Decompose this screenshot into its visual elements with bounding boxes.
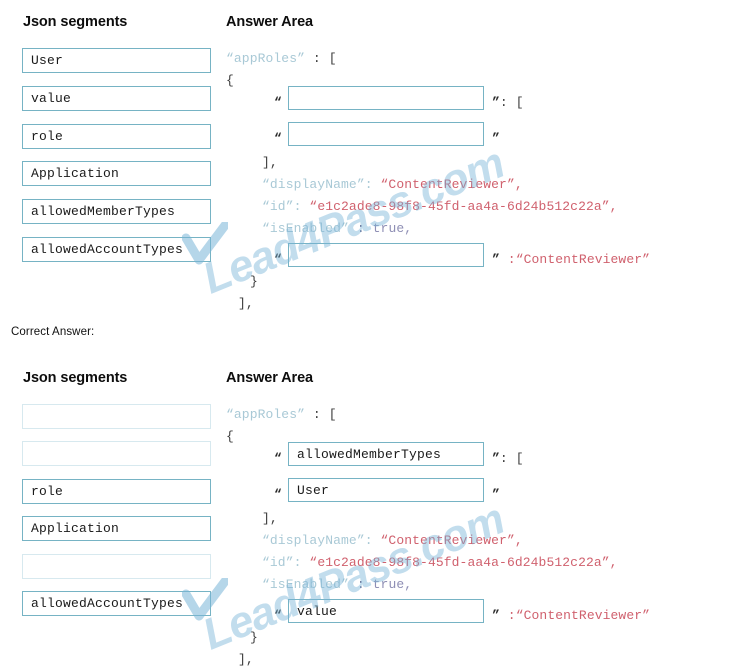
id-value: “e1c2ade8-98f8-45fd-aa4a-6d24b512c22a”, <box>309 555 618 570</box>
code-line-isenabled: “isEnabled” : true, <box>262 577 412 592</box>
drop-target-1[interactable] <box>288 86 484 110</box>
id-key: “id”: <box>262 199 302 214</box>
code-line-approles: “appRoles” : [ <box>226 51 337 66</box>
segment-label: User <box>31 53 64 68</box>
quote-open-1: “ <box>274 95 282 110</box>
code-line-close-outer: ], <box>238 652 254 667</box>
quote-close-3-group: ” :“ContentReviewer” <box>492 608 650 623</box>
code-line-id: “id”: “e1c2ade8-98f8-45fd-aa4a-6d24b512c… <box>262 555 618 570</box>
correct-answer-label: Correct Answer: <box>11 326 95 338</box>
quote-close-1-group: ”: [ <box>492 95 524 110</box>
code-line-isenabled: “isEnabled” : true, <box>262 221 412 236</box>
drop-target-1-label: allowedMemberTypes <box>297 446 442 462</box>
id-value: “e1c2ade8-98f8-45fd-aa4a-6d24b512c22a”, <box>309 199 618 214</box>
segment-item[interactable]: role <box>22 124 211 149</box>
segment-label: Application <box>31 166 120 181</box>
code-line-close-outer: ], <box>238 296 254 311</box>
json-segments-heading: Json segments <box>23 370 128 386</box>
quote-close-3-group: ” :“ContentReviewer” <box>492 252 650 267</box>
quote-close-3: ” <box>492 608 500 623</box>
segment-item[interactable]: role <box>22 479 211 504</box>
id-key: “id”: <box>262 555 302 570</box>
displayname-key: “displayName”: <box>262 177 373 192</box>
drop-target-3[interactable]: value <box>288 599 484 623</box>
code-line-id: “id”: “e1c2ade8-98f8-45fd-aa4a-6d24b512c… <box>262 199 618 214</box>
segment-label: role <box>31 484 64 499</box>
segment-label: role <box>31 129 64 144</box>
segment-item[interactable] <box>22 554 211 579</box>
segment-item[interactable]: User <box>22 48 211 73</box>
quote-close-3: ” <box>492 252 500 267</box>
segment-label: allowedMemberTypes <box>31 204 176 219</box>
code-line-close-array: ], <box>262 511 278 526</box>
segment-item[interactable]: Application <box>22 161 211 186</box>
drop-target-3-label: value <box>297 603 338 619</box>
segment-item[interactable]: value <box>22 86 211 111</box>
quote-close-1: ” <box>492 95 500 110</box>
isenabled-colon: : <box>348 577 373 592</box>
segment-item[interactable] <box>22 441 211 466</box>
quote-close-1: ” <box>492 451 500 466</box>
code-line-close-array: ], <box>262 155 278 170</box>
correct-answer-panel: Correct Answer: Json segments Answer Are… <box>0 320 741 672</box>
quote-open-2: “ <box>274 131 282 146</box>
code-line-displayname: “displayName”: “ContentReviewer”, <box>262 533 523 548</box>
approles-key: “appRoles” <box>226 51 306 66</box>
quote-close-2: ” <box>492 131 500 146</box>
json-segments-heading: Json segments <box>23 14 128 30</box>
segment-label: value <box>31 91 72 106</box>
segment-item[interactable]: allowedAccountTypes <box>22 237 211 262</box>
segment-label: Application <box>31 521 120 536</box>
drop-target-2[interactable]: User <box>288 478 484 502</box>
answer-area-heading: Answer Area <box>226 14 314 30</box>
open-array-bracket: : [ <box>499 95 524 110</box>
approles-bracket: : [ <box>305 51 337 66</box>
segment-label: allowedAccountTypes <box>31 242 184 257</box>
quote-open-2: “ <box>274 487 282 502</box>
displayname-value: “ContentReviewer”, <box>380 533 523 548</box>
code-line-displayname: “displayName”: “ContentReviewer”, <box>262 177 523 192</box>
code-line-close-brace: } <box>250 630 258 645</box>
drop-target-2[interactable] <box>288 122 484 146</box>
approles-key: “appRoles” <box>226 407 306 422</box>
quote-open-3: “ <box>274 252 282 267</box>
approles-bracket: : [ <box>305 407 337 422</box>
question-panel: Json segments Answer Area User value rol… <box>0 0 741 320</box>
segment-item[interactable]: Application <box>22 516 211 541</box>
segment-item[interactable]: allowedAccountTypes <box>22 591 211 616</box>
open-array-bracket: : [ <box>499 451 524 466</box>
isenabled-key: “isEnabled” <box>262 577 349 592</box>
quote-open-3: “ <box>274 608 282 623</box>
isenabled-colon: : <box>348 221 373 236</box>
segment-label: allowedAccountTypes <box>31 596 184 611</box>
quote-open-1: “ <box>274 451 282 466</box>
segment-item[interactable]: allowedMemberTypes <box>22 199 211 224</box>
isenabled-value: true, <box>372 221 413 236</box>
drop-target-1[interactable]: allowedMemberTypes <box>288 442 484 466</box>
segment-item[interactable] <box>22 404 211 429</box>
value-tail: :“ContentReviewer” <box>499 608 651 623</box>
displayname-key: “displayName”: <box>262 533 373 548</box>
displayname-value: “ContentReviewer”, <box>380 177 523 192</box>
quote-close-2: ” <box>492 487 500 502</box>
isenabled-key: “isEnabled” <box>262 221 349 236</box>
drop-target-3[interactable] <box>288 243 484 267</box>
drop-target-2-label: User <box>297 482 330 498</box>
code-line-open-brace: { <box>226 73 234 88</box>
code-line-approles: “appRoles” : [ <box>226 407 337 422</box>
code-line-open-brace: { <box>226 429 234 444</box>
answer-area-heading: Answer Area <box>226 370 314 386</box>
isenabled-value: true, <box>372 577 413 592</box>
value-tail: :“ContentReviewer” <box>499 252 651 267</box>
code-line-close-brace: } <box>250 274 258 289</box>
quote-close-1-group: ”: [ <box>492 451 524 466</box>
